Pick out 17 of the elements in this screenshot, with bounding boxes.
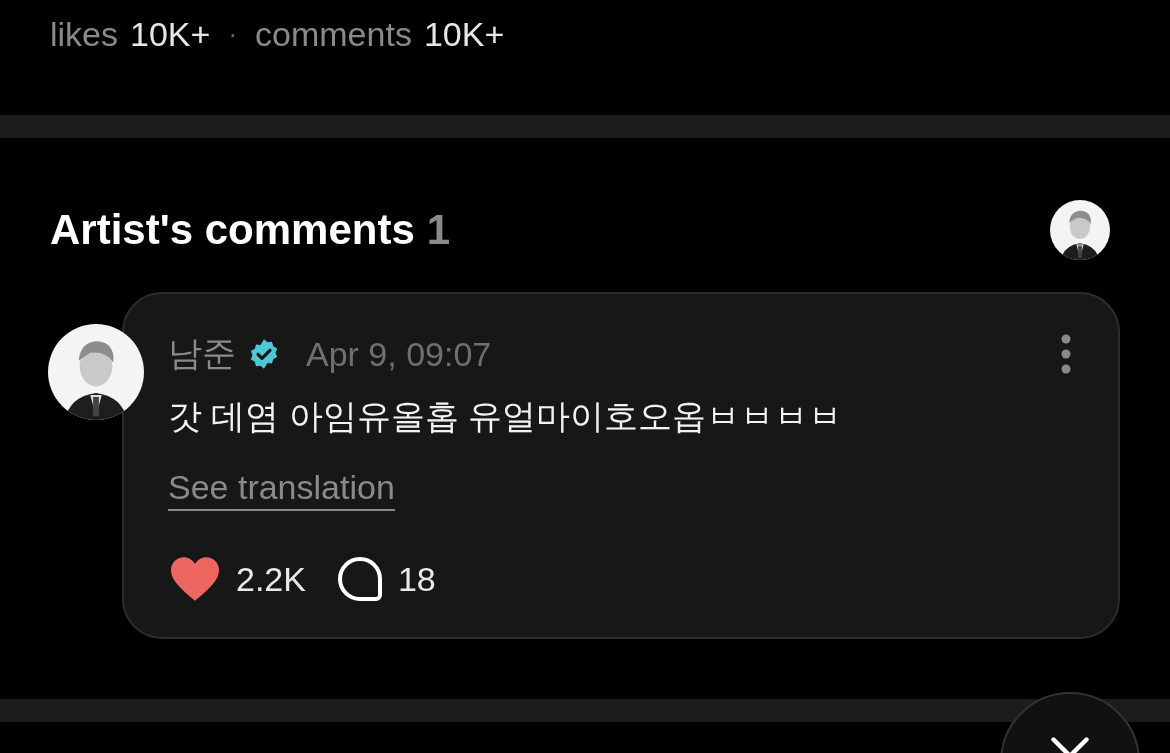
heart-icon[interactable] xyxy=(168,555,222,603)
stat-value: 10K+ xyxy=(423,14,505,54)
separator-dot: · xyxy=(228,18,238,50)
stat-value: 10K+ xyxy=(130,14,211,54)
author-name: 남준 xyxy=(168,333,236,374)
stat-label: likes xyxy=(50,14,119,54)
section-title: Artist's comments xyxy=(50,206,415,254)
comment-text: 갓 데염 아임유올홉 유얼마이호오옵ㅂㅂㅂㅂ xyxy=(168,396,844,437)
comment-time: Apr 9, 09:07 xyxy=(306,334,492,374)
comment-count: 1 xyxy=(426,206,451,254)
see-translation-link[interactable]: See translation xyxy=(168,468,395,511)
more-options-icon[interactable] xyxy=(1060,334,1072,374)
artist-avatar xyxy=(1050,200,1110,260)
reply-bubble-icon[interactable] xyxy=(335,555,384,603)
like-count: 2.2K xyxy=(236,559,306,599)
stat-label: comments xyxy=(255,14,412,54)
reply-count: 18 xyxy=(397,559,436,599)
